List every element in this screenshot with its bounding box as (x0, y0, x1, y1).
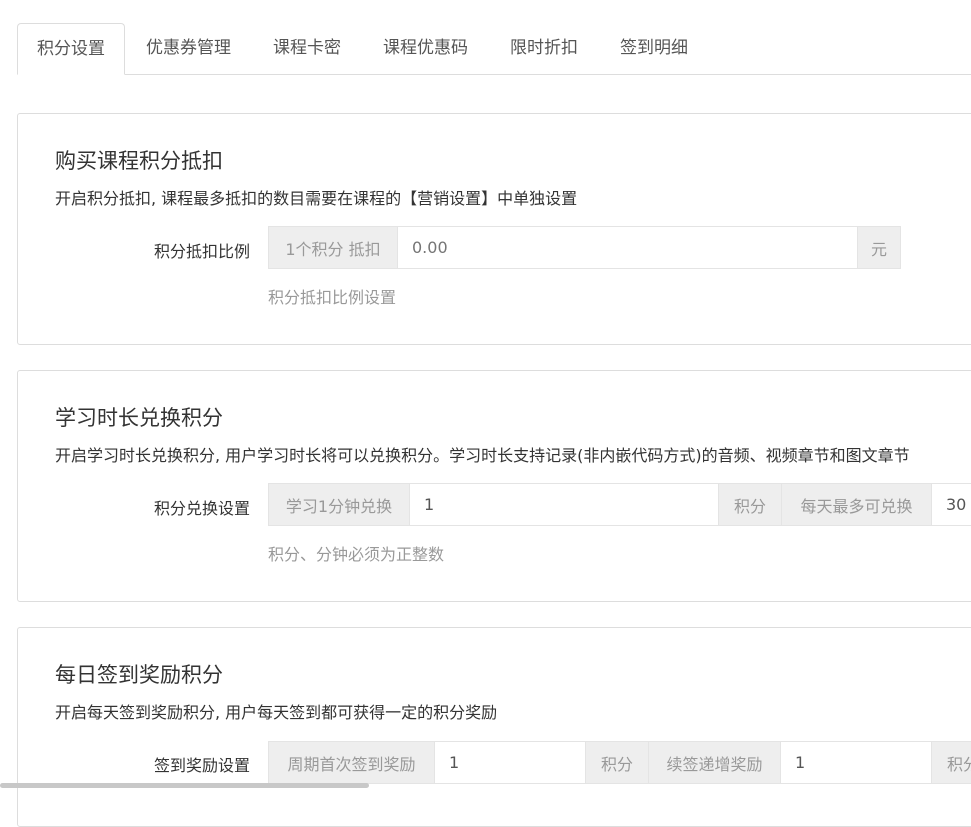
deduct-prefix-addon: 1个积分 抵扣 (268, 226, 398, 269)
exchange-panel: 学习时长兑换积分 开启学习时长兑换积分, 用户学习时长将可以兑换积分。学习时长支… (17, 370, 971, 602)
signin-setting-label: 签到奖励设置 (153, 756, 250, 775)
deduct-ratio-label: 积分抵扣比例 (153, 242, 250, 261)
signin-unit-addon: 积分 (585, 741, 649, 784)
tab-course-promo-codes[interactable]: 课程优惠码 (362, 23, 489, 74)
exchange-prefix-addon: 学习1分钟兑换 (268, 483, 410, 526)
signin-desc: 开启每天签到奖励积分, 用户每天签到都可获得一定的积分奖励 (55, 703, 498, 722)
exchange-title: 学习时长兑换积分 (55, 406, 223, 430)
exchange-setting-label: 积分兑换设置 (153, 499, 250, 518)
signin-unit2-addon: 积分 (931, 741, 971, 784)
tab-coupon-management[interactable]: 优惠券管理 (125, 23, 252, 74)
exchange-points-input[interactable] (410, 483, 718, 526)
signin-inc-addon: 续签递增奖励 (649, 741, 781, 784)
signin-panel: 每日签到奖励积分 开启每天签到奖励积分, 用户每天签到都可获得一定的积分奖励 签… (17, 627, 971, 827)
horizontal-scrollbar[interactable] (0, 783, 369, 788)
exchange-group: 学习1分钟兑换 积分 每天最多可兑换 (268, 483, 971, 526)
tab-points-settings[interactable]: 积分设置 (17, 23, 125, 75)
tab-course-card-keys[interactable]: 课程卡密 (252, 23, 362, 74)
exchange-help-text: 积分、分钟必须为正整数 (268, 545, 445, 564)
signin-first-addon: 周期首次签到奖励 (268, 741, 435, 784)
exchange-max-addon: 每天最多可兑换 (782, 483, 932, 526)
deduct-ratio-group: 1个积分 抵扣 元 (268, 226, 901, 269)
deduct-help-text: 积分抵扣比例设置 (268, 288, 397, 307)
signin-title: 每日签到奖励积分 (55, 663, 223, 687)
tab-bar: 积分设置 优惠券管理 课程卡密 课程优惠码 限时折扣 签到明细 (17, 23, 971, 75)
signin-group: 周期首次签到奖励 积分 续签递增奖励 积分 (268, 741, 971, 784)
deduct-suffix-addon: 元 (857, 226, 901, 269)
signin-first-input[interactable] (435, 741, 585, 784)
deduct-title: 购买课程积分抵扣 (55, 149, 223, 173)
deduct-desc: 开启积分抵扣, 课程最多抵扣的数目需要在课程的【营销设置】中单独设置 (55, 189, 578, 208)
exchange-desc: 开启学习时长兑换积分, 用户学习时长将可以兑换积分。学习时长支持记录(非内嵌代码… (55, 446, 910, 465)
tab-signin-details[interactable]: 签到明细 (599, 23, 709, 74)
exchange-max-input[interactable] (932, 483, 971, 526)
tab-limited-discount[interactable]: 限时折扣 (489, 23, 599, 74)
deduct-panel: 购买课程积分抵扣 开启积分抵扣, 课程最多抵扣的数目需要在课程的【营销设置】中单… (17, 113, 971, 345)
deduct-ratio-input[interactable] (398, 226, 857, 269)
exchange-unit-addon: 积分 (718, 483, 782, 526)
signin-inc-input[interactable] (781, 741, 931, 784)
